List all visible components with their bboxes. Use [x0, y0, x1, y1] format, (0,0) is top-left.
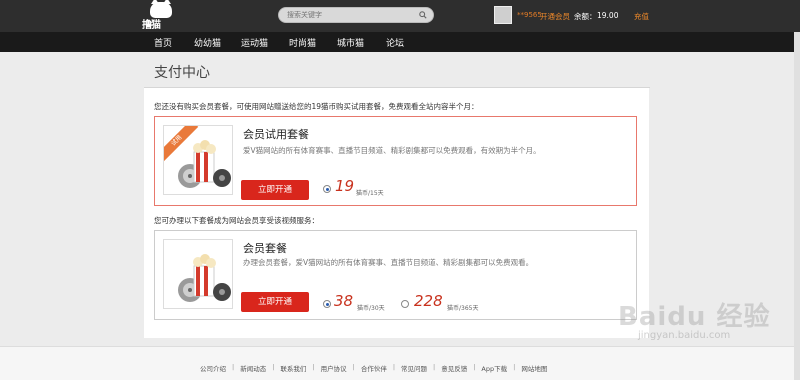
trial-title: 会员试用套餐 — [243, 128, 309, 141]
member-365-day-price: 228 — [414, 292, 443, 310]
footer-link-news[interactable]: 新闻动态 — [240, 363, 266, 373]
trial-open-button[interactable]: 立即开通 — [241, 180, 309, 200]
member-30-day-radio[interactable] — [323, 300, 331, 308]
member-365-day-unit: 猫币/365天 — [447, 305, 479, 312]
member-note: 您可办理以下套餐成为网站会员享受该视频服务： — [154, 216, 319, 225]
footer-link-about[interactable]: 公司介绍 — [200, 363, 226, 373]
footer-link-sitemap[interactable]: 网站地图 — [521, 363, 547, 373]
footer-link-contact[interactable]: 联系我们 — [280, 363, 306, 373]
popcorn-film-icon — [178, 254, 231, 302]
popcorn-film-image: 试用 — [163, 125, 233, 195]
footer-link-feedback[interactable]: 意见反馈 — [441, 363, 467, 373]
page-title: 支付中心 — [154, 65, 210, 81]
main-nav: 首页 幼幼猫 运动猫 时尚猫 城市猫 论坛 — [0, 32, 800, 52]
trial-description: 爱V猫网站的所有体育赛事、直播节目频道、精彩剧集都可以免费观看，有效期为半个月。 — [243, 146, 541, 155]
payment-panel: 您还没有购买会员套餐，可使用网站赠送给您的19猫币购买试用套餐，免费观看全站内容… — [144, 88, 649, 338]
member-title: 会员套餐 — [243, 242, 287, 255]
nav-item-fashion[interactable]: 时尚猫 — [289, 36, 316, 49]
recharge-link[interactable]: 充值 — [634, 11, 649, 22]
footer-link-faq[interactable]: 常见问题 — [401, 363, 427, 373]
trial-price-unit: 猫币/15天 — [356, 190, 384, 197]
popcorn-film-image — [163, 239, 233, 309]
member-30-day-price: 38 — [334, 292, 354, 310]
nav-item-city[interactable]: 城市猫 — [337, 36, 364, 49]
footer-link-app[interactable]: App下载 — [481, 363, 507, 373]
search-icon[interactable] — [419, 11, 427, 19]
logo-text: 撸猫 — [142, 20, 161, 31]
nav-item-home[interactable]: 首页 — [154, 36, 172, 49]
top-bar: 撸猫 **9565 开通会员 余额： 19.00 充值 — [0, 0, 800, 32]
nav-item-sports[interactable]: 运动猫 — [241, 36, 268, 49]
footer-link-agreement[interactable]: 用户协议 — [321, 363, 347, 373]
member-365-day-radio[interactable] — [401, 300, 409, 308]
trial-price-radio[interactable] — [323, 185, 331, 193]
watermark-text: Baidu 经验 — [618, 302, 771, 332]
watermark-url: jingyan.baidu.com — [638, 330, 731, 341]
trial-package-card[interactable]: 试用 会员试用套餐 爱V猫网站的所有体育赛事、直播节目频道、精彩剧集都可以免费观… — [154, 116, 637, 206]
member-description: 办理会员套餐，爱V猫网站的所有体育赛事、直播节目频道、精彩剧集都可以免费观看。 — [243, 258, 534, 267]
member-30-day-unit: 猫币/30天 — [357, 305, 385, 312]
search-box — [278, 7, 434, 23]
member-package-card[interactable]: 会员套餐 办理会员套餐，爱V猫网站的所有体育赛事、直播节目频道、精彩剧集都可以免… — [154, 230, 637, 320]
balance-value: 19.00 — [597, 11, 619, 20]
nav-item-forum[interactable]: 论坛 — [386, 36, 404, 49]
member-open-button[interactable]: 立即开通 — [241, 292, 309, 312]
trial-price: 19 — [335, 177, 355, 195]
footer-link-partners[interactable]: 合作伙伴 — [361, 363, 387, 373]
trial-note: 您还没有购买会员套餐，可使用网站赠送给您的19猫币购买试用套餐，免费观看全站内容… — [154, 102, 479, 111]
footer-links: 公司介绍 | 新闻动态 | 联系我们 | 用户协议 | 合作伙伴 | 常见问题 | 意见反馈… — [200, 363, 548, 373]
site-logo[interactable]: 撸猫 — [142, 0, 178, 31]
open-vip-link[interactable]: 开通会员 — [540, 11, 570, 22]
username: **9565 — [517, 11, 542, 19]
balance-label: 余额： — [574, 12, 597, 21]
footer: 公司介绍 | 新闻动态 | 联系我们 | 用户协议 | 合作伙伴 | 常见问题 | 意见反馈… — [0, 346, 800, 380]
scrollbar[interactable] — [794, 32, 800, 380]
baidu-jingyan-watermark: Baidu 经验 jingyan.baidu.com — [618, 296, 771, 341]
avatar[interactable] — [494, 6, 512, 24]
search-input[interactable] — [287, 9, 407, 21]
nav-item-kids[interactable]: 幼幼猫 — [194, 36, 221, 49]
